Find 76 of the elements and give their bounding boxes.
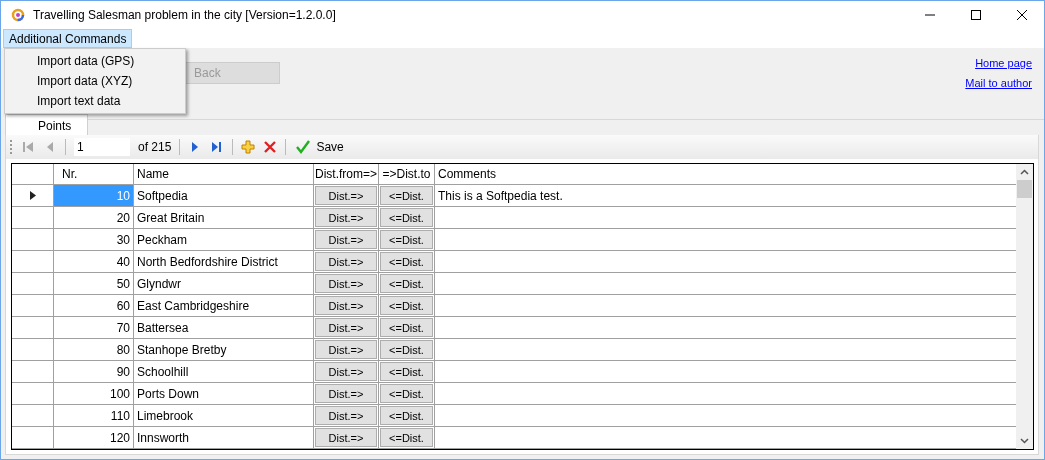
window-title: Travelling Salesman problem in the city [Version=1.2.0.0] (33, 8, 336, 23)
dist-from-button[interactable]: Dist.=> (315, 186, 377, 205)
dist-from-button[interactable]: Dist.=> (315, 406, 377, 425)
checkmark-icon (296, 140, 311, 154)
dist-from-button[interactable]: Dist.=> (315, 384, 377, 403)
grip-icon (10, 139, 13, 155)
first-record-icon[interactable] (21, 140, 35, 154)
dist-from-button[interactable]: Dist.=> (315, 362, 377, 381)
dist-from-button[interactable]: Dist.=> (315, 252, 377, 271)
table-cell: Limebrook (134, 405, 314, 426)
dist-to-button[interactable]: <=Dist. (380, 362, 433, 381)
menu-item[interactable]: Import text data (5, 91, 185, 111)
position-field[interactable]: 1 (74, 138, 130, 156)
column-header[interactable]: Name (134, 164, 314, 184)
dist-to-button[interactable]: <=Dist. (380, 208, 433, 227)
dist-from-button[interactable]: Dist.=> (315, 296, 377, 315)
table-cell: Schoolhill (134, 361, 314, 382)
link[interactable]: Home page (975, 57, 1032, 69)
maximize-icon[interactable] (970, 9, 982, 22)
table-cell: 20 (54, 207, 134, 228)
column-header[interactable]: =>Dist.to (379, 164, 435, 184)
dist-from-button[interactable]: Dist.=> (315, 230, 377, 249)
dist-from-button[interactable]: Dist.=> (315, 208, 377, 227)
dist-from-button[interactable]: Dist.=> (315, 428, 377, 447)
table-cell: Ports Down (134, 383, 314, 404)
link[interactable]: Mail to author (965, 77, 1032, 89)
table-cell: Stanhope Bretby (134, 339, 314, 360)
menu-bar-item[interactable]: Additional Commands (3, 29, 133, 48)
dist-to-button[interactable]: <=Dist. (380, 428, 433, 447)
table-cell: Innsworth (134, 427, 314, 448)
table-cell: Softpedia (134, 185, 314, 206)
table-cell: 120 (54, 427, 134, 448)
dist-to-button[interactable]: <=Dist. (380, 230, 433, 249)
tab[interactable]: Points (5, 114, 89, 135)
table-cell: 80 (54, 339, 134, 360)
scroll-down-icon[interactable] (1020, 438, 1029, 444)
column-header[interactable]: Dist.from=> (314, 164, 379, 184)
dist-to-button[interactable]: <=Dist. (380, 274, 433, 293)
table-cell: 70 (54, 317, 134, 338)
table-cell: 30 (54, 229, 134, 250)
dist-to-button[interactable]: <=Dist. (380, 318, 433, 337)
app-logo-icon (11, 8, 25, 23)
column-header[interactable]: Comments (435, 164, 1016, 184)
dist-to-button[interactable]: <=Dist. (380, 296, 433, 315)
table-cell: Great Britain (134, 207, 314, 228)
column-header[interactable]: Nr. (54, 164, 134, 184)
table-cell: 60 (54, 295, 134, 316)
table-cell: North Bedfordshire District (134, 251, 314, 272)
current-row-icon (29, 191, 36, 200)
dist-from-button[interactable]: Dist.=> (315, 340, 377, 359)
scroll-thumb[interactable] (1017, 180, 1032, 198)
table-cell: Battersea (134, 317, 314, 338)
table-cell-text: This is a Softpedia test. (437, 187, 564, 205)
dist-to-button[interactable]: <=Dist. (380, 384, 433, 403)
table-cell: 50 (54, 273, 134, 294)
scroll-up-icon[interactable] (1020, 169, 1029, 175)
table-cell: 90 (54, 361, 134, 382)
delete-icon[interactable] (263, 140, 278, 154)
dist-to-button[interactable]: <=Dist. (380, 340, 433, 359)
add-icon[interactable] (241, 140, 256, 154)
vertical-scrollbar[interactable] (1016, 164, 1033, 449)
dist-from-button[interactable]: Dist.=> (315, 318, 377, 337)
table-cell: 110 (54, 405, 134, 426)
table-cell: 40 (54, 251, 134, 272)
dist-to-button[interactable]: <=Dist. (380, 406, 433, 425)
record-count: of 215 (138, 140, 172, 154)
close-icon[interactable] (1016, 9, 1028, 22)
table-cell: Peckham (134, 229, 314, 250)
dist-to-button[interactable]: <=Dist. (380, 186, 433, 205)
dist-from-button[interactable]: Dist.=> (315, 274, 377, 293)
table-cell: East Cambridgeshire (134, 295, 314, 316)
table-cell: 100 (54, 383, 134, 404)
dist-to-button[interactable]: <=Dist. (380, 252, 433, 271)
table-cell: 10 (54, 185, 134, 206)
save-button[interactable]: Save (294, 140, 346, 154)
table-cell: Glyndwr (134, 273, 314, 294)
